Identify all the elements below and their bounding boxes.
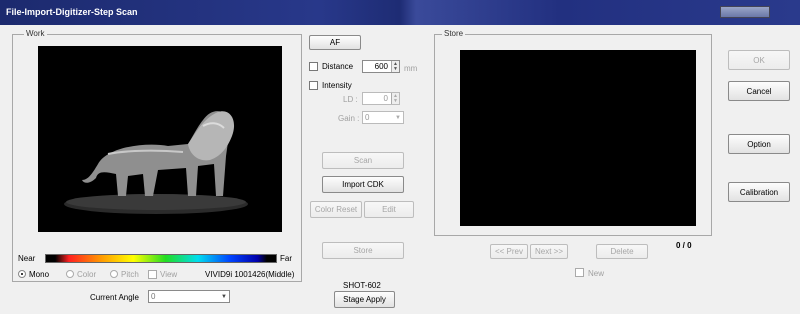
title-bar: File-Import-Digitizer-Step Scan (0, 0, 800, 25)
view-checkbox[interactable] (148, 270, 157, 279)
distance-unit: mm (404, 64, 418, 73)
color-reset-button[interactable]: Color Reset (310, 201, 362, 218)
chevron-down-icon: ▼ (221, 293, 227, 300)
spin-arrows-icon[interactable]: ▲ ▼ (391, 93, 399, 104)
near-label: Near (18, 254, 36, 263)
new-checkbox-label: New (588, 269, 605, 278)
af-button[interactable]: AF (309, 35, 361, 50)
store-counter: 0 / 0 (676, 241, 692, 250)
depth-color-bar (45, 254, 277, 263)
device-info: VIVID9i 1001426(Middle) (205, 270, 295, 279)
edit-button[interactable]: Edit (364, 201, 414, 218)
ld-value: 0 (383, 94, 388, 103)
new-checkbox[interactable] (575, 268, 584, 277)
work-preview (38, 46, 282, 232)
current-angle-value: 0 (151, 292, 156, 301)
chevron-down-icon: ▼ (395, 114, 401, 121)
intensity-label: Intensity (322, 81, 352, 90)
store-button[interactable]: Store (322, 242, 404, 259)
store-panel-label: Store (442, 29, 466, 38)
distance-value: 600 (374, 62, 388, 71)
scan-button[interactable]: Scan (322, 152, 404, 169)
intensity-checkbox[interactable] (309, 81, 318, 90)
gain-label: Gain : (338, 114, 360, 123)
current-angle-select[interactable]: 0 ▼ (148, 290, 230, 303)
stage-apply-button[interactable]: Stage Apply (334, 291, 395, 308)
gain-select[interactable]: 0 ▼ (362, 111, 404, 124)
distance-stepper[interactable]: 600 ▲ ▼ (362, 60, 400, 73)
ld-label: LD : (343, 95, 358, 104)
far-label: Far (280, 254, 292, 263)
stage-name: SHOT-602 (343, 281, 381, 290)
next-button[interactable]: Next >> (530, 244, 568, 259)
ld-stepper[interactable]: 0 ▲ ▼ (362, 92, 400, 105)
color-radio-label: Color (77, 270, 97, 279)
distance-checkbox[interactable] (309, 62, 318, 71)
work-panel-label: Work (24, 29, 47, 38)
prev-button[interactable]: << Prev (490, 244, 528, 259)
view-checkbox-label: View (160, 270, 178, 279)
delete-button[interactable]: Delete (596, 244, 648, 259)
color-radio[interactable] (66, 270, 74, 278)
lion-model-image (64, 111, 248, 214)
current-angle-label: Current Angle (90, 293, 139, 302)
import-cdk-button[interactable]: Import CDK (322, 176, 404, 193)
window-controls[interactable] (720, 6, 770, 18)
option-button[interactable]: Option (728, 134, 790, 154)
calibration-button[interactable]: Calibration (728, 182, 790, 202)
spin-arrows-icon[interactable]: ▲ ▼ (391, 61, 399, 72)
mono-radio[interactable] (18, 270, 26, 278)
cancel-button[interactable]: Cancel (728, 81, 790, 101)
pitch-radio-label: Pitch (121, 270, 139, 279)
store-preview (460, 50, 696, 226)
pitch-radio[interactable] (110, 270, 118, 278)
gain-value: 0 (365, 113, 370, 122)
ok-button[interactable]: OK (728, 50, 790, 70)
mono-radio-label: Mono (29, 270, 50, 279)
window-title: File-Import-Digitizer-Step Scan (6, 7, 138, 17)
distance-label: Distance (322, 62, 354, 71)
